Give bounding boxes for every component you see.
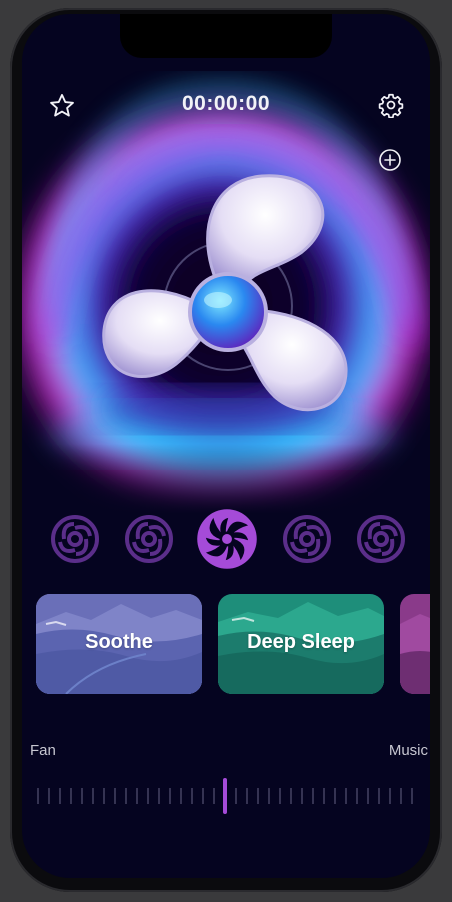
fan-illustration[interactable] <box>92 160 352 420</box>
mode-card-partial[interactable] <box>400 594 430 694</box>
device-notch <box>120 14 332 58</box>
mode-card-label: Soothe <box>85 631 153 653</box>
app-screen: 00:00:00 Soothe Deep Sleep Fan Music <box>22 14 430 878</box>
fan-option-2[interactable] <box>124 514 174 564</box>
fan-option-5[interactable] <box>356 514 406 564</box>
fan-option-3-selected[interactable] <box>196 508 258 570</box>
plus-circle-icon[interactable] <box>378 148 402 172</box>
gear-icon[interactable] <box>378 92 404 118</box>
mode-card-soothe[interactable]: Soothe <box>36 594 202 694</box>
session-timer: 00:00:00 <box>181 92 271 115</box>
mode-card-deep-sleep[interactable]: Deep Sleep <box>218 594 384 694</box>
music-mix-label: Music <box>388 742 428 759</box>
slider-thumb[interactable] <box>223 778 227 814</box>
fan-music-mix-slider[interactable] <box>22 774 430 814</box>
fan-option-4[interactable] <box>282 514 332 564</box>
mode-card-label: Deep Sleep <box>247 631 355 653</box>
fan-option-1[interactable] <box>50 514 100 564</box>
fan-mix-label: Fan <box>30 742 56 759</box>
partial-landscape-image <box>400 594 430 694</box>
star-icon[interactable] <box>48 92 76 120</box>
